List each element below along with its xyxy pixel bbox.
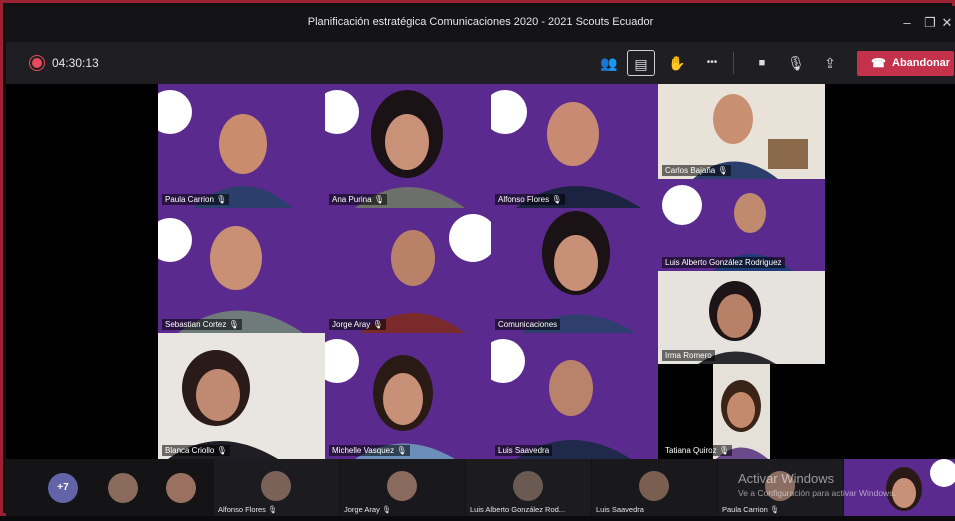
more-options-icon: ••• [706,57,718,68]
participant-name: Luis Saavedra [495,445,553,456]
video-tile[interactable]: Carlos Bajaña 🎙 [658,84,825,179]
participant-name: Carlos Bajaña 🎙 [662,165,731,176]
video-tile[interactable]: Michelle Vasquez 🎙 [325,333,491,459]
participant-name: Tatiana Quiroz 🎙 [662,445,732,456]
strip-participant[interactable]: Jorge Aray 🎙 [340,459,465,516]
video-tile[interactable]: Luis Alberto González Rodriguez [658,179,825,271]
title-bar: Planificación estratégica Comunicaciones… [6,6,955,42]
participant-name: Paula Carrion 🎙 [722,505,780,514]
participant-name: Luis Saavedra [596,505,644,514]
microphone-button[interactable]: 🎙 [782,50,810,76]
avatar[interactable] [166,473,196,503]
video-tile[interactable]: Alfonso Flores 🎙 [491,84,658,208]
video-tile[interactable]: Luis Saavedra [491,333,658,459]
participant-name: Blanca Criollo 🎙 [162,445,230,456]
video-tile[interactable]: Ana Purina 🎙 [325,84,491,208]
participant-name: Luis Alberto González Rodriguez [662,257,785,268]
strip-participant[interactable]: Luis Alberto González Rod... [466,459,591,516]
meeting-toolbar: 04:30:13 👥 ▤ ✋ ••• ■ 🎙 ⇪ ☎ Abandonar [6,42,955,84]
strip-participant[interactable]: Luis Saavedra [592,459,717,516]
chat-button[interactable]: ▤ [627,50,655,76]
participant-name: Irma Romero [662,350,715,361]
participants-button[interactable]: 👥 [595,50,623,76]
video-tile[interactable]: Irma Romero [658,271,825,364]
raise-hand-icon: ✋ [668,55,686,71]
participant-name: Luis Alberto González Rod... [470,505,566,514]
raise-hand-button[interactable]: ✋ [663,50,691,76]
restore-button[interactable]: ❐ [919,12,941,34]
participant-name: Jorge Aray 🎙 [344,505,392,514]
windows-activation-watermark: Activar Windows Ve a Configuración para … [738,471,896,498]
close-button[interactable]: ✕ [940,12,954,34]
video-tile[interactable]: Blanca Criollo 🎙 [158,333,325,459]
strip-participant[interactable]: Alfonso Flores 🎙 [214,459,339,516]
participant-name: Paula Carrion 🎙 [162,194,230,205]
watermark-subtitle: Ve a Configuración para activar Windows. [738,488,896,498]
participant-name: Sebastian Cortez 🎙 [162,319,242,330]
recording-icon [32,58,42,68]
window-title: Planificación estratégica Comunicaciones… [307,16,654,28]
chat-icon: ▤ [634,56,648,72]
video-tile[interactable]: Sebastian Cortez 🎙 [158,208,325,333]
watermark-title: Activar Windows [738,471,835,486]
participant-name: Comunicaciones [495,319,561,330]
avatar [261,471,291,501]
microphone-icon: 🎙 [787,55,805,71]
video-grid: Paula Carrion 🎙 Ana Purina 🎙 Alfonso Flo… [6,84,955,459]
leave-button[interactable]: ☎ Abandonar [857,51,954,76]
leave-label: Abandonar [892,57,951,69]
avatar [387,471,417,501]
more-options-button[interactable]: ••• [698,50,726,76]
video-tile[interactable]: Tatiana Quiroz 🎙 [658,364,825,459]
minimize-button[interactable]: – [896,12,918,34]
hang-up-icon: ☎ [871,56,886,70]
share-screen-icon: ⇪ [824,55,836,71]
more-participants-button[interactable]: +7 [48,473,78,503]
toolbar-divider [733,52,734,74]
teams-meeting-window: Planificación estratégica Comunicaciones… [0,0,955,516]
participant-name: Michelle Vasquez 🎙 [329,445,410,456]
meeting-timer: 04:30:13 [52,56,99,70]
avatar [513,471,543,501]
participant-name: Jorge Aray 🎙 [329,319,386,330]
participant-name: Alfonso Flores 🎙 [495,194,565,205]
video-tile[interactable]: Paula Carrion 🎙 [158,84,325,208]
participant-name: Alfonso Flores 🎙 [218,505,278,514]
video-tile[interactable]: Comunicaciones [491,208,658,333]
video-tile[interactable]: Jorge Aray 🎙 [325,208,491,333]
avatar[interactable] [108,473,138,503]
camera-icon: ■ [758,57,766,69]
participant-name: Ana Purina 🎙 [329,194,387,205]
share-screen-button[interactable]: ⇪ [816,50,844,76]
avatar [639,471,669,501]
camera-button[interactable]: ■ [748,50,776,76]
participants-icon: 👥 [600,55,618,71]
